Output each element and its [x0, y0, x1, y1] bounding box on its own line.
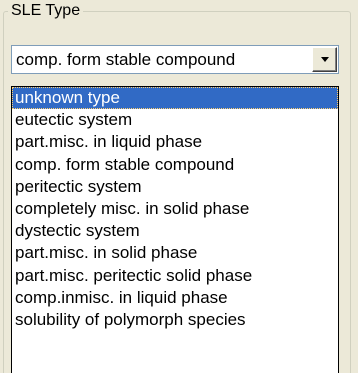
option-dystectic-system[interactable]: dystectic system [12, 220, 338, 242]
option-part-misc-liquid-phase[interactable]: part.misc. in liquid phase [12, 131, 338, 153]
option-eutectic-system[interactable]: eutectic system [12, 109, 338, 131]
option-solubility-polymorph-species[interactable]: solubility of polymorph species [12, 309, 338, 331]
sle-type-panel: SLE Type comp. form stable compound unkn… [0, 0, 358, 373]
sle-type-caption: SLE Type [8, 2, 84, 20]
option-comp-form-stable-compound[interactable]: comp. form stable compound [12, 154, 338, 176]
sle-type-combobox[interactable]: comp. form stable compound [11, 45, 339, 74]
chevron-down-icon [321, 57, 329, 62]
option-peritectic-system[interactable]: peritectic system [12, 176, 338, 198]
dropdown-button[interactable] [312, 47, 337, 72]
option-comp-inmisc-liquid-phase[interactable]: comp.inmisc. in liquid phase [12, 287, 338, 309]
option-part-misc-peritectic-solid-phase[interactable]: part.misc. peritectic solid phase [12, 265, 338, 287]
option-part-misc-solid-phase[interactable]: part.misc. in solid phase [12, 242, 338, 264]
option-unknown-type[interactable]: unknown type [12, 87, 338, 110]
sle-type-dropdown-list[interactable]: unknown type eutectic system part.misc. … [11, 86, 339, 373]
option-completely-misc-solid-phase[interactable]: completely misc. in solid phase [12, 198, 338, 220]
sle-type-selected-value: comp. form stable compound [16, 50, 236, 69]
